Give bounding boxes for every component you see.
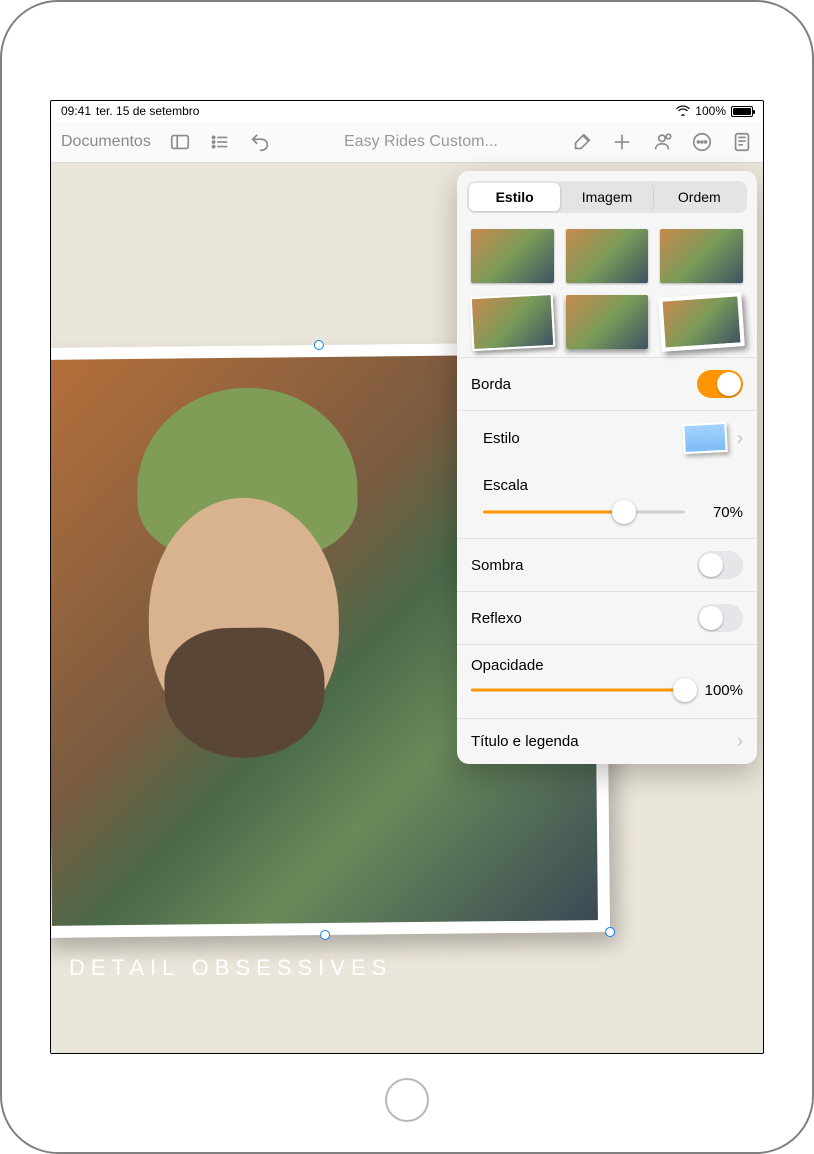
border-label: Borda (471, 376, 511, 393)
style-preset-2[interactable] (566, 229, 649, 283)
status-date: ter. 15 de setembro (96, 104, 199, 118)
reflection-row: Reflexo (457, 591, 757, 644)
battery-icon (731, 106, 753, 117)
scale-label: Escala (483, 477, 528, 494)
title-caption-label: Título e legenda (471, 733, 579, 750)
style-preset-4[interactable] (470, 293, 555, 351)
list-icon[interactable] (209, 131, 231, 153)
wifi-icon (676, 104, 690, 119)
border-style-row[interactable]: Estilo › (457, 410, 757, 465)
scale-slider[interactable] (483, 500, 685, 524)
home-button[interactable] (385, 1078, 429, 1122)
collaborate-icon[interactable] (651, 131, 673, 153)
tab-order[interactable]: Ordem (654, 183, 745, 211)
shadow-row: Sombra (457, 538, 757, 591)
scale-value: 70% (695, 504, 743, 521)
selection-handle-bottom-right[interactable] (605, 927, 615, 937)
format-tabs: Estilo Imagem Ordem (467, 181, 747, 213)
status-bar: 09:41 ter. 15 de setembro 100% (51, 101, 763, 121)
style-preset-3[interactable] (660, 229, 743, 283)
scale-row: Escala (457, 465, 757, 496)
reader-icon[interactable] (731, 131, 753, 153)
tab-style[interactable]: Estilo (469, 183, 561, 211)
title-caption-row[interactable]: Título e legenda › (457, 718, 757, 764)
document-canvas[interactable]: DETAIL OBSESSIVES Estilo Imagem Ordem (51, 163, 763, 1053)
chevron-right-icon: › (737, 428, 743, 449)
app-toolbar: Documentos Easy Rides Custom... (51, 121, 763, 163)
border-style-label: Estilo (483, 430, 520, 447)
document-title[interactable]: Easy Rides Custom... (289, 133, 553, 151)
opacity-slider[interactable] (471, 678, 685, 702)
ipad-device-frame: 09:41 ter. 15 de setembro 100% Documento… (0, 0, 814, 1154)
chevron-right-icon: › (737, 731, 743, 752)
style-preset-6[interactable] (659, 292, 745, 352)
style-presets (457, 223, 757, 357)
opacity-slider-row: 100% (457, 678, 757, 718)
more-icon[interactable] (691, 131, 713, 153)
format-brush-icon[interactable] (571, 131, 593, 153)
battery-percent: 100% (695, 104, 726, 118)
status-time: 09:41 (61, 104, 91, 118)
scale-slider-row: 70% (457, 496, 757, 538)
document-caption-text: DETAIL OBSESSIVES (69, 955, 392, 981)
reflection-label: Reflexo (471, 610, 522, 627)
opacity-label: Opacidade (471, 657, 544, 674)
tab-image[interactable]: Imagem (561, 183, 653, 211)
screen: 09:41 ter. 15 de setembro 100% Documento… (50, 100, 764, 1054)
style-preset-1[interactable] (471, 229, 554, 283)
reflection-toggle[interactable] (697, 604, 743, 632)
undo-icon[interactable] (249, 131, 271, 153)
shadow-label: Sombra (471, 557, 524, 574)
sidebar-toggle-icon[interactable] (169, 131, 191, 153)
style-preset-5[interactable] (566, 295, 649, 349)
shadow-toggle[interactable] (697, 551, 743, 579)
opacity-row: Opacidade (457, 644, 757, 678)
back-button[interactable]: Documentos (61, 133, 151, 151)
border-style-swatch (682, 422, 728, 454)
add-icon[interactable] (611, 131, 633, 153)
opacity-value: 100% (695, 682, 743, 699)
border-row: Borda (457, 357, 757, 410)
selection-handle-top[interactable] (314, 340, 324, 350)
selection-handle-bottom[interactable] (320, 930, 330, 940)
border-toggle[interactable] (697, 370, 743, 398)
format-popover: Estilo Imagem Ordem Borda (457, 171, 757, 764)
